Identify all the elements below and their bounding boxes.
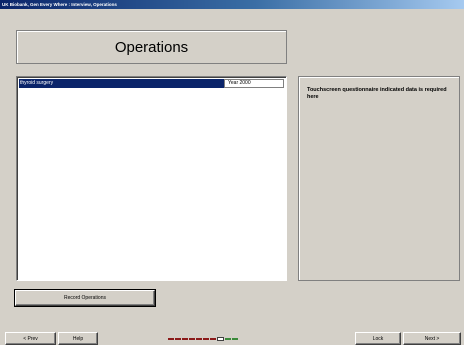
operation-name[interactable]: thyroid surgery bbox=[19, 79, 224, 88]
window-title-bar: UK Biobank, Gen Every Where : Interview,… bbox=[0, 0, 464, 9]
list-item[interactable]: thyroid surgery Year 2000 bbox=[19, 79, 284, 88]
progress-segment bbox=[168, 338, 174, 340]
info-message: Touchscreen questionnaire indicated data… bbox=[307, 87, 447, 100]
progress-indicator bbox=[168, 337, 238, 341]
operations-list[interactable]: thyroid surgery Year 2000 bbox=[16, 76, 287, 281]
progress-segment bbox=[232, 338, 238, 340]
progress-segment bbox=[217, 337, 224, 341]
progress-segment bbox=[189, 338, 195, 340]
next-button[interactable]: Next > bbox=[403, 332, 461, 345]
window-title: UK Biobank, Gen Every Where : Interview,… bbox=[2, 2, 117, 7]
progress-segment bbox=[175, 338, 181, 340]
info-panel: Touchscreen questionnaire indicated data… bbox=[298, 76, 460, 281]
progress-segment bbox=[182, 338, 188, 340]
operation-year-field[interactable]: Year 2000 bbox=[224, 79, 284, 88]
navigation-bar: < Prev Help Lock Next > bbox=[0, 329, 464, 345]
progress-segment bbox=[203, 338, 209, 340]
page-heading-panel: Operations bbox=[16, 30, 287, 64]
record-operations-button[interactable]: Record Operations bbox=[14, 289, 156, 307]
progress-segment bbox=[210, 338, 216, 340]
help-button[interactable]: Help bbox=[58, 332, 98, 345]
progress-segment bbox=[196, 338, 202, 340]
lock-button[interactable]: Lock bbox=[355, 332, 401, 345]
progress-segment bbox=[225, 338, 231, 340]
page-title: Operations bbox=[114, 38, 189, 56]
prev-button[interactable]: < Prev bbox=[5, 332, 56, 345]
